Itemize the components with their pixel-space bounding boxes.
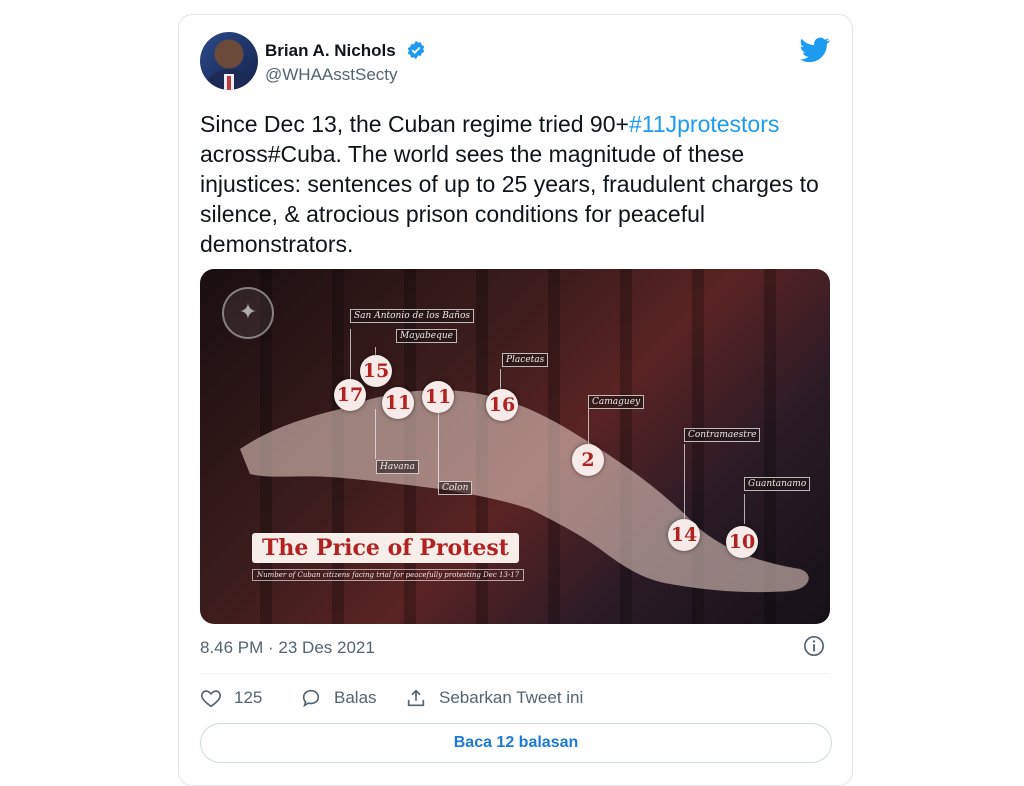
count-marker: 17 [334, 379, 366, 411]
location-label: Mayabeque [396, 329, 458, 343]
tweet-timestamp[interactable]: 8.46 PM · 23 Des 2021 [200, 638, 375, 658]
count-marker: 14 [668, 519, 700, 551]
tweet-text: Since Dec 13, the Cuban regime tried 90+… [200, 109, 830, 259]
leader-line [438, 409, 439, 481]
count-marker: 16 [486, 389, 518, 421]
reply-label: Balas [334, 688, 377, 707]
share-icon [407, 689, 425, 707]
tweet-text-post: across#Cuba. The world sees the magnitud… [200, 141, 819, 257]
read-replies-button[interactable]: Baca 12 balasan [200, 723, 832, 763]
location-label: Guantanamo [744, 477, 811, 491]
share-label: Sebarkan Tweet ini [439, 688, 584, 707]
reply-icon [302, 689, 320, 708]
author-name[interactable]: Brian A. Nichols [265, 41, 396, 61]
verified-badge-icon [407, 40, 425, 60]
location-label: Contramaestre [684, 428, 761, 442]
avatar[interactable] [200, 32, 258, 90]
info-icon[interactable] [803, 635, 825, 657]
location-label: Colon [438, 481, 473, 495]
share-button[interactable]: Sebarkan Tweet ini [405, 687, 583, 709]
location-label: Havana [376, 460, 419, 474]
tweet-card: Brian A. Nichols @WHAAsstSecty Since Dec… [178, 14, 853, 786]
leader-line [375, 409, 376, 459]
heart-icon [201, 690, 221, 708]
count-marker: 2 [572, 444, 604, 476]
count-marker: 15 [360, 355, 392, 387]
author-handle[interactable]: @WHAAsstSecty [265, 65, 398, 85]
reply-button[interactable]: Balas [300, 687, 377, 709]
location-label: Placetas [502, 353, 549, 367]
tweet-text-pre: Since Dec 13, the Cuban regime tried 90+ [200, 111, 629, 137]
location-label: San Antonio de los Baños [350, 309, 475, 323]
tweet-image[interactable]: ✦ San Antonio de los Baños Mayabeque Pla… [200, 269, 830, 624]
banner-title: The Price of Protest [252, 533, 519, 563]
count-marker: 11 [422, 381, 454, 413]
leader-line [684, 444, 685, 524]
like-button[interactable]: 125 [200, 687, 262, 709]
count-marker: 11 [382, 387, 414, 419]
hashtag-link[interactable]: #11Jprotestors [629, 111, 779, 137]
banner-subtitle: Number of Cuban citizens facing trial fo… [252, 569, 525, 581]
avatar-tie [227, 76, 231, 90]
twitter-bird-icon[interactable] [800, 37, 830, 63]
leader-line [588, 409, 589, 449]
location-label: Camaguey [588, 395, 645, 409]
count-marker: 10 [726, 526, 758, 558]
leader-line [744, 494, 745, 524]
divider [200, 673, 830, 674]
like-count: 125 [234, 688, 263, 707]
